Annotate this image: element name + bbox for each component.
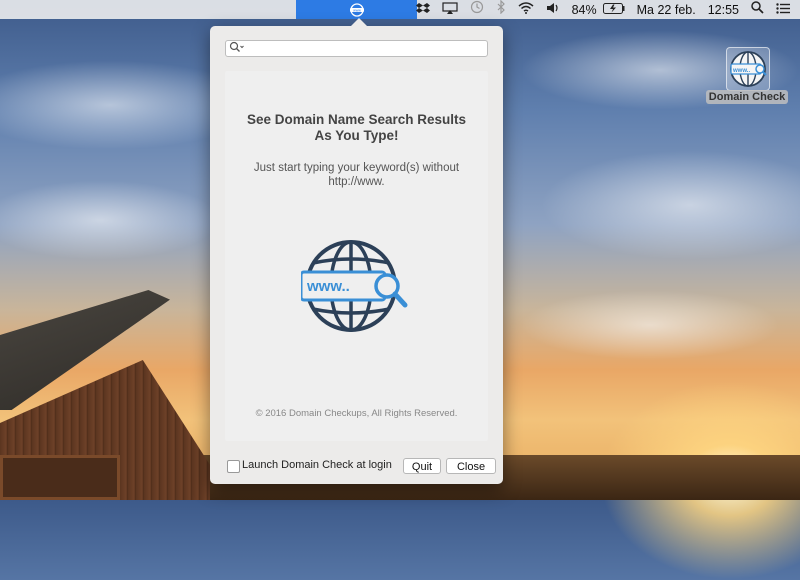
- instructions: Just start typing your keyword(s) withou…: [225, 161, 488, 189]
- battery-percent[interactable]: 84%: [572, 3, 597, 17]
- domain-check-logo: www..: [299, 239, 413, 339]
- instructions-line-1: Just start typing your keyword(s) withou…: [253, 162, 460, 174]
- search-icon: [229, 41, 245, 58]
- quit-button[interactable]: Quit: [403, 458, 441, 474]
- domain-check-menubar-item[interactable]: www: [296, 0, 417, 19]
- menubar-date[interactable]: Ma 22 feb.: [637, 3, 696, 17]
- launch-at-login-label[interactable]: Launch Domain Check at login: [242, 459, 392, 471]
- domain-check-globe-icon: www: [349, 2, 364, 17]
- svg-text:www: www: [353, 8, 361, 12]
- popover-arrow: [350, 18, 368, 27]
- search-field[interactable]: [225, 40, 488, 57]
- menubar-time[interactable]: 12:55: [708, 3, 739, 17]
- menu-bar: www 84% Ma 22 feb. 12:55: [0, 0, 800, 19]
- domain-check-desktop-icon[interactable]: www..: [726, 47, 770, 91]
- battery-icon[interactable]: [602, 0, 625, 19]
- spotlight-icon[interactable]: [751, 0, 764, 19]
- domain-check-popover: See Domain Name Search Results As You Ty…: [210, 18, 503, 484]
- logo-text: www..: [306, 278, 350, 295]
- launch-at-login-checkbox[interactable]: [227, 460, 240, 473]
- airplay-icon[interactable]: [442, 0, 458, 19]
- bluetooth-icon[interactable]: [496, 0, 506, 19]
- close-button[interactable]: Close: [446, 458, 496, 474]
- desktop-icon-text: www..: [732, 68, 750, 74]
- popover-footer: Launch Domain Check at login Quit Close: [227, 458, 496, 474]
- volume-icon[interactable]: [546, 0, 560, 19]
- notification-center-icon[interactable]: [776, 0, 790, 19]
- welcome-panel: See Domain Name Search Results As You Ty…: [225, 71, 488, 441]
- copyright: © 2016 Domain Checkups, All Rights Reser…: [255, 408, 458, 419]
- desktop-icon-label[interactable]: Domain Check: [706, 90, 788, 104]
- headline: See Domain Name Search Results As You Ty…: [225, 112, 488, 144]
- wifi-icon[interactable]: [518, 0, 534, 19]
- time-machine-icon[interactable]: [470, 0, 484, 19]
- headline-line-1: See Domain Name Search Results: [246, 112, 467, 127]
- dropbox-icon[interactable]: [415, 0, 430, 19]
- search-input[interactable]: [246, 41, 484, 56]
- barn-image: [0, 290, 215, 500]
- headline-line-2: As You Type!: [314, 128, 399, 143]
- instructions-line-2: http://www.: [328, 176, 385, 188]
